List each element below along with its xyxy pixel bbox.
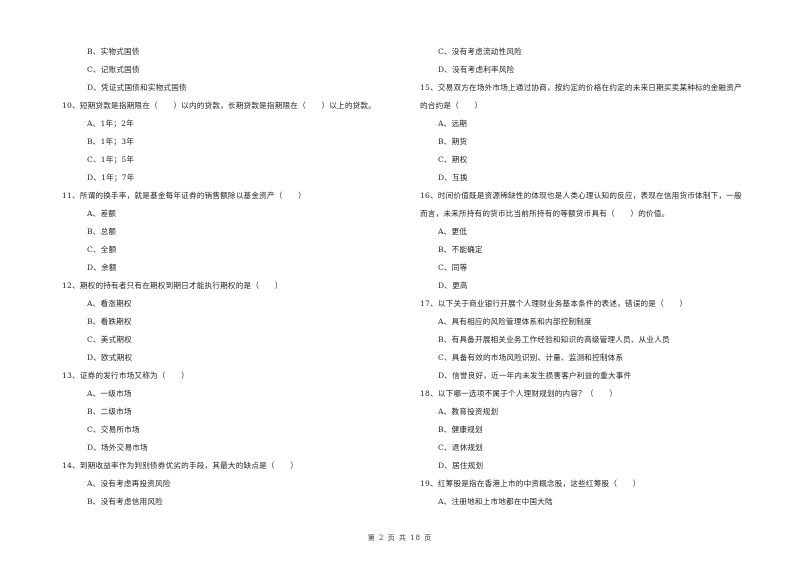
answer-option: D、没有考虑利率风险 [438,65,515,74]
answer-option: B、二级市场 [87,407,132,416]
answer-option: B、看跌期权 [87,317,132,326]
answer-option: D、居住规划 [438,461,484,470]
question-text: 18、以下哪一选项不属于个人理财规划的内容？（ ） [420,389,618,398]
answer-option: C、全额 [87,245,117,254]
question-text: 16、时间价值既是资源稀缺性的体现也是人类心理认知的反应，表现在信用货币体制下，… [420,191,742,200]
answer-option: D、欧式期权 [87,353,133,362]
answer-option: A、一级市场 [87,389,132,398]
page-footer: 第 2 页 共 18 页 [367,534,433,542]
question-text: 的合约是（ ） [420,101,483,110]
question-text: 15、交易双方在场外市场上通过协商，按约定的价格在约定的未来日期买卖某种标的金融… [420,83,742,92]
answer-option: A、更低 [438,227,468,236]
answer-option: B、有具备开展相关业务工作经验和知识的高级管理人员、从业人员 [438,335,670,344]
answer-option: A、没有考虑再投资风险 [87,479,171,488]
answer-option: C、1年；5年 [87,155,135,164]
answer-option: B、健康规划 [438,425,483,434]
answer-option: B、1年；3年 [87,137,135,146]
answer-option: A、差额 [87,209,117,218]
question-text: 13、证券的发行市场又称为（ ） [62,371,189,380]
answer-option: A、注册地和上市地都在中国大陆 [438,497,553,506]
answer-option: A、远期 [438,119,468,128]
answer-option: D、余额 [87,263,117,272]
question-text: 12、期权的持有者只有在期权到期日才能执行期权的是（ ） [62,281,283,290]
answer-option: D、信誉良好，近一年内未发生损害客户利益的重大事件 [438,371,632,380]
answer-option: C、退休规划 [438,443,483,452]
answer-option: B、没有考虑信用风险 [87,497,163,506]
answer-option: B、不能确定 [438,245,483,254]
answer-option: A、教育投资规划 [438,407,499,416]
answer-option: A、看涨期权 [87,299,132,308]
answer-option: B、总额 [87,227,117,236]
answer-option: D、凭证式国债和实物式国债 [87,83,187,92]
answer-option: C、交易所市场 [87,425,140,434]
question-text: 11、所谓的换手率，就是基金每年证券的销售额除以基金资产（ ） [62,191,306,200]
answer-option: D、场外交易市场 [87,443,148,452]
answer-option: C、记账式国债 [87,65,140,74]
question-text: 17、以下关于商业银行开展个人理财业务基本条件的表述，错误的是（ ） [420,299,688,308]
left-column: B、实物式国债 C、记账式国债 D、凭证式国债和实物式国债 10、短期贷款是指期限在（… [62,43,402,511]
answer-option: A、具有相应的风险管理体系和内部控制制度 [438,317,592,326]
answer-option: C、同等 [438,263,468,272]
answer-option: A、1年；2年 [87,119,134,128]
answer-option: C、具备有效的市场风险识别、计量、监测和控制体系 [438,353,624,362]
answer-option: C、没有考虑流动性风险 [438,47,522,56]
answer-option: B、期货 [438,137,468,146]
question-text: 19、红筹股是指在香港上市的中资概念股，这些红筹股（ ） [420,479,641,488]
answer-option: D、1年；7年 [87,173,135,182]
question-text: 14、到期收益率作为判别债券优劣的手段，其最大的缺点是（ ） [62,461,299,470]
answer-option: B、实物式国债 [87,47,140,56]
right-column: C、没有考虑流动性风险 D、没有考虑利率风险 15、交易双方在场外市场上通过协商，按… [420,43,765,511]
question-text: 而言，未来所持有的货币比当前所持有的等额货币具有（ ）的价值。 [420,209,670,218]
document-page: B、实物式国债 C、记账式国债 D、凭证式国债和实物式国债 10、短期贷款是指期限在（… [0,0,800,565]
answer-option: D、更高 [438,281,468,290]
answer-option: D、互换 [438,173,468,182]
answer-option: C、美式期权 [87,335,132,344]
answer-option: C、期权 [438,155,468,164]
question-text: 10、短期贷款是指期限在（ ）以内的贷款，长期贷款是指期限在（ ）以上的贷款。 [62,101,377,110]
